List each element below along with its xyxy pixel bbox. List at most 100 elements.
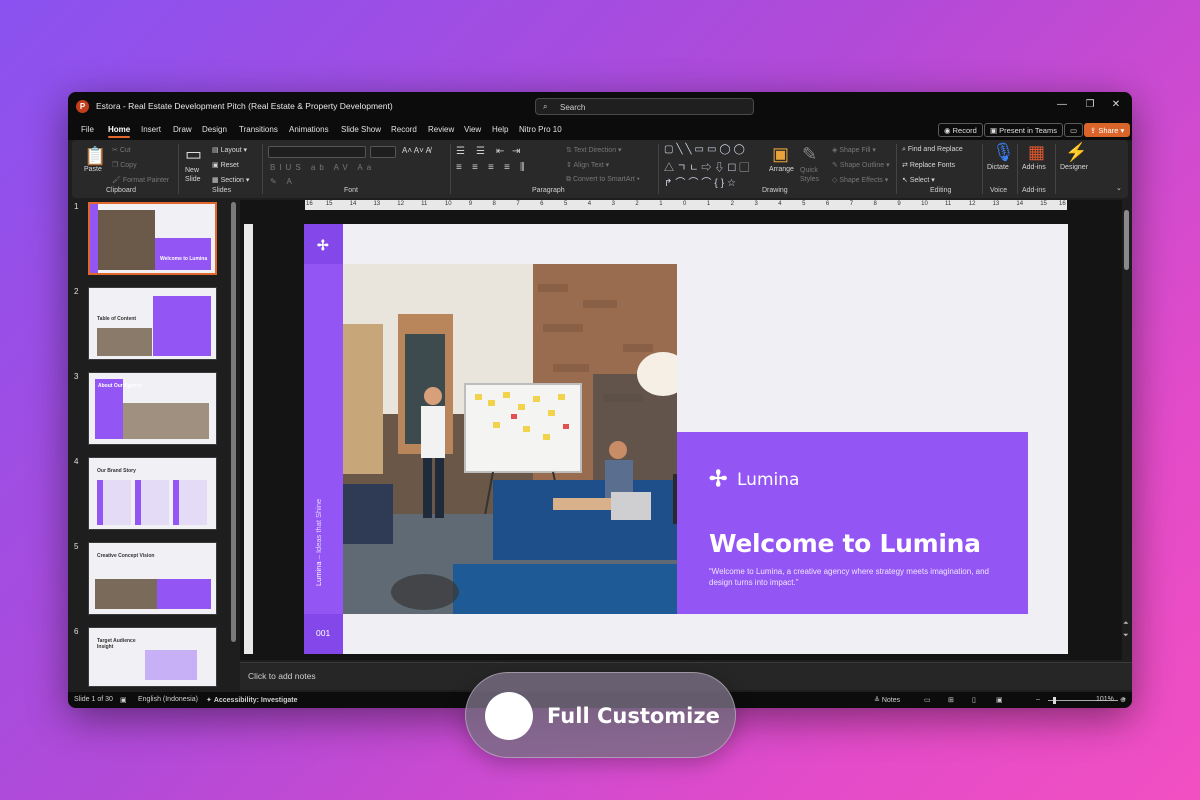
text-direction-button[interactable]: ⇅ Text Direction ▾ bbox=[566, 146, 622, 154]
tab-nitro-pro[interactable]: Nitro Pro 10 bbox=[519, 125, 562, 134]
tab-slide-show[interactable]: Slide Show bbox=[341, 125, 381, 134]
tab-review[interactable]: Review bbox=[428, 125, 454, 134]
minimize-button[interactable]: — bbox=[1052, 99, 1072, 110]
select-button[interactable]: ↖ Select ▾ bbox=[902, 176, 935, 184]
reading-view-icon[interactable]: ▯ bbox=[972, 696, 976, 704]
format-painter-button[interactable]: 🖌 Format Painter bbox=[112, 176, 169, 184]
ruler-mark: 5 bbox=[563, 201, 568, 207]
addins-icon[interactable]: ▦ bbox=[1028, 142, 1045, 163]
tab-file[interactable]: File bbox=[81, 125, 94, 134]
shape-outline-button[interactable]: ✎ Shape Outline ▾ bbox=[832, 161, 890, 169]
editor-scrollbar[interactable]: ⏶ ⏷ bbox=[1122, 200, 1132, 660]
font-size-select[interactable] bbox=[370, 146, 396, 158]
align-center-icon[interactable]: ≡ bbox=[472, 162, 478, 173]
microphone-icon[interactable]: 🎙 bbox=[992, 142, 1015, 163]
slide-thumbnail-6[interactable]: Target Audience Insight bbox=[88, 627, 217, 687]
new-slide-icon[interactable]: ▭ bbox=[185, 144, 202, 165]
tab-help[interactable]: Help bbox=[492, 125, 508, 134]
section-button[interactable]: ▦ Section ▾ bbox=[212, 176, 249, 184]
quick-styles-icon[interactable]: ✎ bbox=[802, 144, 817, 165]
shape-effects-button[interactable]: ◇ Shape Effects ▾ bbox=[832, 176, 888, 184]
shapes-gallery-row3[interactable]: ↱⌒⌒⌒{}☆ bbox=[664, 174, 739, 189]
present-in-teams-button[interactable]: ▣ Present in Teams bbox=[984, 123, 1063, 137]
columns-icon[interactable]: ⫼ bbox=[520, 162, 525, 173]
search-input[interactable]: ⌕ Search bbox=[535, 98, 754, 115]
font-size-buttons[interactable]: A˄ A˅ A̸ bbox=[402, 146, 431, 155]
zoom-out-button[interactable]: – bbox=[1036, 696, 1040, 703]
record-button[interactable]: ◉ Record bbox=[938, 123, 983, 137]
maximize-button[interactable]: ❐ bbox=[1080, 99, 1100, 110]
ruler-mark: 9 bbox=[897, 201, 901, 207]
slide-thumbnail-1[interactable]: Welcome to Lumina bbox=[88, 202, 217, 275]
normal-view-icon[interactable]: ▭ bbox=[924, 696, 931, 704]
tab-animations[interactable]: Animations bbox=[289, 125, 329, 134]
replace-fonts-button[interactable]: ⇄ Replace Fonts bbox=[902, 161, 955, 169]
next-slide-arrow-icon[interactable]: ⏷ bbox=[1123, 632, 1129, 640]
shapes-gallery[interactable]: ▢╲╲▭▭◯◯ bbox=[664, 144, 748, 155]
title-card[interactable]: ✢ Lumina Welcome to Lumina “Welcome to L… bbox=[677, 432, 1028, 614]
accessibility-status[interactable]: ✦ Accessibility: Investigate bbox=[206, 696, 297, 704]
tab-insert[interactable]: Insert bbox=[141, 125, 161, 134]
font-family-select[interactable] bbox=[268, 146, 366, 158]
zoom-level[interactable]: 101% bbox=[1096, 696, 1114, 703]
bullets-icon[interactable]: ☰ bbox=[456, 146, 465, 157]
slide-thumbnail-5[interactable]: Creative Concept Vision bbox=[88, 542, 217, 615]
tab-record[interactable]: Record bbox=[391, 125, 417, 134]
copy-label: Copy bbox=[120, 162, 137, 169]
decrease-indent-icon[interactable]: ⇤ bbox=[496, 146, 504, 157]
slide-subtitle[interactable]: “Welcome to Lumina, a creative agency wh… bbox=[709, 566, 999, 588]
notes-placeholder[interactable]: Click to add notes bbox=[248, 671, 316, 681]
tab-draw[interactable]: Draw bbox=[173, 125, 192, 134]
tab-transitions[interactable]: Transitions bbox=[239, 125, 278, 134]
dictate-button[interactable]: Dictate bbox=[987, 164, 1009, 171]
slide-thumbnail-3[interactable]: About Our Agency bbox=[88, 372, 217, 445]
font-style-buttons[interactable]: BIUS ab AV Aa bbox=[270, 163, 375, 172]
arrange-button[interactable]: Arrange bbox=[769, 166, 794, 173]
zoom-slider-knob[interactable] bbox=[1053, 697, 1056, 704]
language-indicator[interactable]: English (Indonesia) bbox=[138, 696, 198, 703]
prev-slide-arrow-icon[interactable]: ⏶ bbox=[1123, 620, 1129, 628]
paste-icon[interactable]: 📋 bbox=[84, 146, 106, 167]
copy-button[interactable]: ❐ Copy bbox=[112, 161, 137, 169]
reset-button[interactable]: ▣ Reset bbox=[212, 161, 239, 169]
slideshow-view-icon[interactable]: ▣ bbox=[996, 696, 1003, 704]
convert-smartart-button[interactable]: ⧉ Convert to SmartArt ▾ bbox=[566, 176, 640, 184]
addins-button[interactable]: Add-ins bbox=[1022, 164, 1046, 171]
shape-fill-button[interactable]: ◈ Shape Fill ▾ bbox=[832, 146, 876, 154]
slide-sorter-icon[interactable]: ⊞ bbox=[948, 696, 954, 704]
numbering-icon[interactable]: ☰ bbox=[476, 146, 485, 157]
tab-view[interactable]: View bbox=[464, 125, 481, 134]
quick-styles-button[interactable]: Quick Styles bbox=[800, 166, 824, 184]
increase-indent-icon[interactable]: ⇥ bbox=[512, 146, 520, 157]
align-left-icon[interactable]: ≡ bbox=[456, 162, 462, 173]
notes-toggle[interactable]: ≜ Notes bbox=[874, 696, 900, 704]
font-color-buttons[interactable]: ✎ A bbox=[270, 177, 296, 186]
paste-button[interactable]: Paste bbox=[84, 166, 102, 173]
slide-canvas[interactable]: ✢ Lumina – Ideas that Shine 001 ✢ Lumina… bbox=[304, 224, 1068, 654]
justify-icon[interactable]: ≡ bbox=[504, 162, 510, 173]
shapes-gallery-row2[interactable]: △ㄱㄴ⇨⇩☐▢ bbox=[664, 159, 752, 174]
cut-button[interactable]: ✂ Cut bbox=[112, 146, 131, 154]
comments-button[interactable]: ▭ bbox=[1064, 123, 1084, 137]
editor-scrollbar-thumb[interactable] bbox=[1124, 210, 1129, 270]
designer-button[interactable]: Designer bbox=[1060, 164, 1088, 171]
close-button[interactable]: ✕ bbox=[1106, 99, 1126, 110]
slide-thumbnail-4[interactable]: Our Brand Story bbox=[88, 457, 217, 530]
new-slide-button[interactable]: New Slide bbox=[185, 166, 211, 184]
arrange-icon[interactable]: ▣ bbox=[772, 144, 789, 165]
slide-title[interactable]: Welcome to Lumina bbox=[709, 529, 981, 558]
ribbon-collapse-chevron-icon[interactable]: ⌄ bbox=[1116, 184, 1122, 192]
align-right-icon[interactable]: ≡ bbox=[488, 162, 494, 173]
layout-button[interactable]: ▤ Layout ▾ bbox=[212, 146, 247, 154]
spelling-icon[interactable]: ▣ bbox=[120, 696, 127, 704]
tab-home[interactable]: Home bbox=[108, 125, 131, 138]
thumbnail-scrollbar-thumb[interactable] bbox=[231, 202, 236, 642]
slide-thumbnail-2[interactable]: Table of Content bbox=[88, 287, 217, 360]
fit-to-window-icon[interactable]: ⊕ bbox=[1120, 696, 1126, 704]
share-button[interactable]: ⇪ Share ▾ bbox=[1084, 123, 1131, 137]
designer-icon[interactable]: ⚡ bbox=[1065, 142, 1087, 163]
tab-design[interactable]: Design bbox=[202, 125, 227, 134]
align-text-button[interactable]: ⇕ Align Text ▾ bbox=[566, 161, 609, 169]
find-replace-button[interactable]: ⌕ Find and Replace bbox=[902, 146, 963, 154]
thumbnail-scrollbar[interactable] bbox=[231, 202, 236, 642]
